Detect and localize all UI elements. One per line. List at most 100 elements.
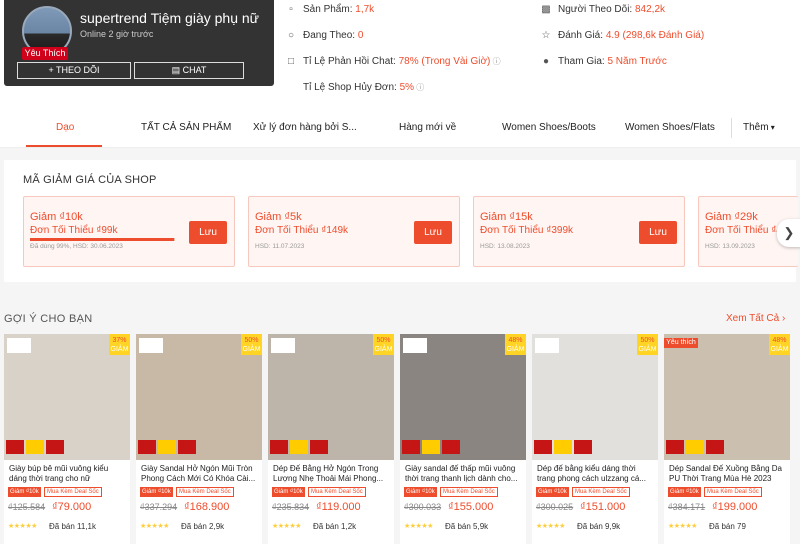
stat-joined-label: Tham Gia: bbox=[558, 56, 605, 67]
sale-price: ₫155.000 bbox=[448, 501, 494, 513]
discount-badge: 50% GIẢM bbox=[373, 334, 394, 355]
tab-divider bbox=[731, 118, 732, 138]
tab-all-products[interactable]: TẤT CẢ SẢN PHẨM bbox=[141, 122, 231, 133]
tab-more[interactable]: Thêm ▾ bbox=[743, 122, 775, 133]
shopee-handled-logo bbox=[139, 338, 163, 353]
stat-chat-response-value: 78% (Trong Vài Giờ) bbox=[398, 56, 491, 67]
discount-percent: 50% bbox=[640, 337, 655, 344]
star-icon: ☆ bbox=[541, 30, 551, 41]
stat-chat-response-label: Tỉ Lệ Phản Hồi Chat: bbox=[303, 56, 396, 67]
info-icon[interactable]: ⓘ bbox=[490, 57, 501, 66]
discount-word: GIẢM bbox=[638, 346, 657, 353]
stat-cancel-label: Tỉ Lệ Shop Hủy Đơn: bbox=[303, 82, 397, 93]
user-plus-icon: ○ bbox=[287, 30, 295, 41]
product-name[interactable]: Dép Sandal Đế Xuồng Bằng Da PU Thời Tran… bbox=[669, 464, 787, 486]
product-name[interactable]: Giày sandal đế thấp mũi vuông thời trang… bbox=[405, 464, 523, 486]
product-card[interactable]: 37% GIẢM Giày búp bê mũi vuông kiểu dáng … bbox=[4, 334, 130, 544]
product-image[interactable]: 37% GIẢM bbox=[4, 334, 130, 460]
sale-price: ₫168.900 bbox=[184, 501, 230, 513]
original-price: ₫235.834 bbox=[272, 502, 310, 512]
tab-women-flats[interactable]: Women Shoes/Flats bbox=[625, 122, 715, 133]
voucher-min-order: Đơn Tối Thiểu ₫399k bbox=[480, 225, 574, 236]
rating-stars-icon: ★★★★★ bbox=[404, 523, 433, 530]
product-card[interactable]: 50% GIẢM Dép đế bằng kiểu dáng thời trang… bbox=[532, 334, 658, 544]
genuine-badge-icon bbox=[706, 440, 724, 454]
discount-word: GIẢM bbox=[374, 346, 393, 353]
tab-dao[interactable]: Dạo bbox=[56, 122, 74, 133]
shopee-handled-logo bbox=[7, 338, 31, 353]
genuine-badge-icon bbox=[574, 440, 592, 454]
voucher-min-order: Đơn Tối Thiểu ₫4 bbox=[705, 225, 782, 236]
voucher-badge-icon bbox=[686, 440, 704, 454]
see-all-link[interactable]: Xem Tất Cả › bbox=[726, 313, 785, 324]
stat-cancel-rate: Tỉ Lệ Shop Hủy Đơn: 5% ⓘ bbox=[285, 82, 424, 93]
original-price: ₫300.033 bbox=[404, 502, 442, 512]
chevron-right-icon[interactable]: ❯ bbox=[777, 219, 800, 247]
active-tab-indicator bbox=[26, 145, 102, 147]
voucher-note: HSD: 13.08.2023 bbox=[480, 243, 530, 250]
discount-word: GIẢM bbox=[506, 346, 525, 353]
product-image[interactable]: 50% GIẢM bbox=[532, 334, 658, 460]
deal-tag: Mua Kèm Deal Sốc bbox=[176, 487, 234, 497]
tab-women-boots[interactable]: Women Shoes/Boots bbox=[502, 122, 596, 133]
stat-rating: ☆ Đánh Giá: 4.9 (298,6k Đánh Giá) bbox=[540, 30, 705, 41]
voucher-badge-icon bbox=[158, 440, 176, 454]
tab-shopee-handled[interactable]: Xử lý đơn hàng bởi S... bbox=[253, 122, 357, 133]
tab-new-arrivals[interactable]: Hàng mới về bbox=[399, 122, 456, 133]
voucher-card: Giảm ₫5k Đơn Tối Thiểu ₫149k HSD: 11.07.… bbox=[248, 196, 460, 267]
discount-percent: 50% bbox=[376, 337, 391, 344]
product-image[interactable]: 48% GIẢM bbox=[400, 334, 526, 460]
chat-button[interactable]: ▤ CHAT bbox=[134, 62, 244, 79]
person-icon: ● bbox=[542, 56, 550, 67]
follow-button[interactable]: + THEO DÕI bbox=[17, 62, 131, 79]
product-image[interactable]: 50% GIẢM bbox=[268, 334, 394, 460]
discount-word: GIẢM bbox=[242, 346, 261, 353]
genuine-badge-icon bbox=[442, 440, 460, 454]
product-card[interactable]: Yêu thích 48% GIẢM Dép Sandal Đế Xuồng Bằ… bbox=[664, 334, 790, 544]
voucher-badge-icon bbox=[422, 440, 440, 454]
voucher-save-button[interactable]: Lưu bbox=[639, 221, 677, 244]
stat-rating-value: 4.9 (298,6k Đánh Giá) bbox=[605, 30, 705, 41]
sale-price: ₫79.000 bbox=[52, 501, 92, 513]
voucher-badge-icon bbox=[554, 440, 572, 454]
product-name[interactable]: Dép Đế Bằng Hở Ngón Trong Lượng Nhẹ Thoả… bbox=[273, 464, 391, 486]
stat-followers-label: Người Theo Dõi: bbox=[558, 4, 633, 15]
deal-tag: Mua Kèm Deal Sốc bbox=[44, 487, 102, 497]
discount-percent: 48% bbox=[508, 337, 523, 344]
discount-word: GIẢM bbox=[110, 346, 129, 353]
product-card[interactable]: 48% GIẢM Giày sandal đế thấp mũi vuông th… bbox=[400, 334, 526, 544]
freeship-badge-icon bbox=[402, 440, 420, 454]
voucher-save-button[interactable]: Lưu bbox=[414, 221, 452, 244]
product-image[interactable]: 50% GIẢM bbox=[136, 334, 262, 460]
voucher-badge-icon bbox=[290, 440, 308, 454]
product-name[interactable]: Giày búp bê mũi vuông kiểu dáng thời tra… bbox=[9, 464, 127, 486]
info-icon[interactable]: ⓘ bbox=[414, 83, 424, 92]
voucher-note: HSD: 13.09.2023 bbox=[705, 243, 755, 250]
product-card[interactable]: 50% GIẢM Dép Đế Bằng Hở Ngón Trong Lượng … bbox=[268, 334, 394, 544]
sale-price: ₫199.000 bbox=[712, 501, 758, 513]
stat-joined: ● Tham Gia: 5 Năm Trước bbox=[540, 56, 667, 67]
see-all-label: Xem Tất Cả bbox=[726, 313, 780, 324]
genuine-badge-icon bbox=[310, 440, 328, 454]
product-image[interactable]: Yêu thích 48% GIẢM bbox=[664, 334, 790, 460]
voucher-save-button[interactable]: Lưu bbox=[189, 221, 227, 244]
sold-count: Đã bán 2,9k bbox=[181, 522, 225, 531]
discount-percent: 50% bbox=[244, 337, 259, 344]
promo-badges bbox=[402, 440, 482, 456]
chat-icon: ▤ bbox=[171, 65, 183, 75]
discount-badge: 48% GIẢM bbox=[769, 334, 790, 355]
voucher-min-order: Đơn Tối Thiểu ₫149k bbox=[255, 225, 349, 236]
product-card[interactable]: 50% GIẢM Giày Sandal Hở Ngón Mũi Tròn Pho… bbox=[136, 334, 262, 544]
freeship-badge-icon bbox=[534, 440, 552, 454]
product-name[interactable]: Giày Sandal Hở Ngón Mũi Tròn Phong Cách … bbox=[141, 464, 259, 486]
shop-name: supertrend Tiệm giày phụ nữ bbox=[80, 10, 260, 26]
rating-stars-icon: ★★★★★ bbox=[668, 523, 697, 530]
product-name[interactable]: Dép đế bằng kiểu dáng thời trang phong c… bbox=[537, 464, 655, 486]
deal-tag: Mua Kèm Deal Sốc bbox=[440, 487, 498, 497]
voucher-discount: Giảm ₫29k bbox=[705, 211, 758, 223]
stat-followers: ▩ Người Theo Dõi: 842,2k bbox=[540, 4, 665, 15]
original-price: ₫384.171 bbox=[668, 502, 706, 512]
deal-tag: Mua Kèm Deal Sốc bbox=[704, 487, 762, 497]
rating-stars-icon: ★★★★★ bbox=[272, 523, 301, 530]
voucher-section-title: MÃ GIẢM GIÁ CỦA SHOP bbox=[23, 174, 157, 186]
